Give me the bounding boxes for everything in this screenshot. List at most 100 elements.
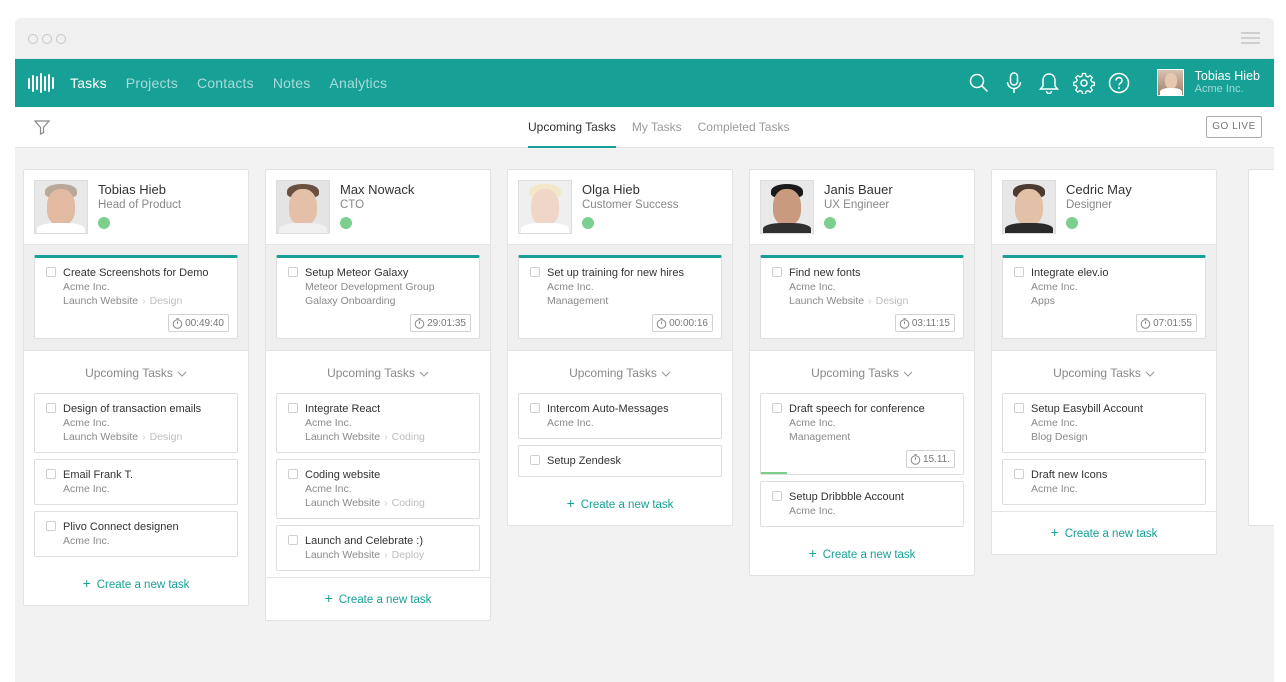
tab-my-tasks[interactable]: My Tasks <box>632 107 682 148</box>
create-task-button[interactable]: + Create a new task <box>24 563 248 605</box>
task-checkbox[interactable] <box>772 403 782 413</box>
task-checkbox[interactable] <box>772 491 782 501</box>
task-checkbox[interactable] <box>46 403 56 413</box>
task-checkbox[interactable] <box>288 403 298 413</box>
person-role: Head of Product <box>98 199 182 211</box>
task-checkbox[interactable] <box>530 403 540 413</box>
task-checkbox[interactable] <box>288 469 298 479</box>
task-checkbox[interactable] <box>772 267 782 277</box>
task-card[interactable]: Plivo Connect designen Acme Inc. <box>34 511 238 557</box>
upcoming-tasks-dropdown[interactable]: Upcoming Tasks <box>266 351 490 393</box>
task-checkbox[interactable] <box>288 535 298 545</box>
task-card[interactable]: Coding website Acme Inc. Launch Website › Co… <box>276 459 480 519</box>
create-task-label: Create a new task <box>96 579 190 591</box>
task-checkbox[interactable] <box>530 267 540 277</box>
task-checkbox[interactable] <box>530 455 540 465</box>
create-task-button[interactable]: + Create a new task <box>992 511 1216 554</box>
task-card-body: Coding website Acme Inc. Launch Website › Co… <box>277 460 479 518</box>
go-live-button[interactable]: GO LIVE <box>1206 116 1262 138</box>
task-checkbox[interactable] <box>1014 403 1024 413</box>
task-checkbox[interactable] <box>288 267 298 277</box>
stopwatch-icon <box>414 317 425 329</box>
task-checkbox[interactable] <box>1014 469 1024 479</box>
task-checkbox[interactable] <box>1014 267 1024 277</box>
task-card-body: Setup Zendesk <box>519 446 721 476</box>
task-checkbox[interactable] <box>46 267 56 277</box>
task-card-body: Create Screenshots for Demo Acme Inc. Laun… <box>35 258 237 338</box>
create-task-button[interactable]: + Create a new task <box>508 483 732 525</box>
task-title: Integrate React <box>305 403 381 415</box>
task-company: Meteor Development Group <box>305 281 435 293</box>
upcoming-tasks-dropdown[interactable]: Upcoming Tasks <box>24 351 248 393</box>
chevron-right-icon: › <box>868 295 872 307</box>
task-card[interactable]: Setup Easybill Account Acme Inc. Blog Desi… <box>1002 393 1206 453</box>
task-title: Plivo Connect designen <box>63 521 179 533</box>
task-card[interactable]: Setup Zendesk <box>518 445 722 477</box>
timer-badge[interactable]: 00:49:40 <box>168 314 229 332</box>
nav-item-analytics[interactable]: Analytics <box>329 75 387 91</box>
task-card[interactable]: Draft new Icons Acme Inc. <box>1002 459 1206 505</box>
task-company: Acme Inc. <box>1031 483 1078 495</box>
help-icon[interactable] <box>1107 71 1131 95</box>
tab-upcoming-tasks[interactable]: Upcoming Tasks <box>528 107 616 148</box>
nav-item-notes[interactable]: Notes <box>273 75 311 91</box>
window-controls[interactable] <box>28 34 66 44</box>
microphone-icon[interactable] <box>1002 71 1026 95</box>
task-title: Find new fonts <box>789 267 861 279</box>
task-checkbox[interactable] <box>46 469 56 479</box>
task-card-body: Draft new Icons Acme Inc. <box>1003 460 1205 504</box>
task-company: Acme Inc. <box>63 417 110 429</box>
create-task-button[interactable]: + Create a new task <box>266 577 490 620</box>
bell-icon[interactable] <box>1037 71 1061 95</box>
task-card-body: Find new fonts Acme Inc. Launch Website › De… <box>761 258 963 338</box>
task-card[interactable]: Intercom Auto-Messages Acme Inc. <box>518 393 722 439</box>
timer-badge[interactable]: 03:11:15 <box>894 314 955 332</box>
filter-icon[interactable] <box>33 119 51 140</box>
timer-badge[interactable]: 00:00:16 <box>652 314 713 332</box>
task-card[interactable]: Setup Dribbble Account Acme Inc. <box>760 481 964 527</box>
person-name: Max Nowack <box>340 182 415 197</box>
task-checkbox[interactable] <box>46 521 56 531</box>
tab-completed-tasks[interactable]: Completed Tasks <box>698 107 790 148</box>
task-card[interactable]: Draft speech for conference Acme Inc. Mana… <box>760 393 964 475</box>
task-project-row: Launch Website › Coding <box>305 430 471 444</box>
task-card[interactable]: Integrate React Acme Inc. Launch Website › C… <box>276 393 480 453</box>
stopwatch-icon <box>1140 317 1151 329</box>
logo-icon[interactable] <box>28 73 54 93</box>
user-company: Acme Inc. <box>1194 83 1244 95</box>
gear-icon[interactable] <box>1072 71 1096 95</box>
task-card-body: Design of transaction emails Acme Inc. Lau… <box>35 394 237 452</box>
task-card[interactable]: Launch and Celebrate :) Launch Website › De… <box>276 525 480 571</box>
task-company: Acme Inc. <box>789 417 836 429</box>
current-task-card[interactable]: Set up training for new hires Acme Inc. Ma… <box>518 255 722 339</box>
hamburger-icon[interactable] <box>1241 32 1260 47</box>
nav-item-tasks[interactable]: Tasks <box>70 75 107 91</box>
nav-item-projects[interactable]: Projects <box>126 75 178 91</box>
status-indicator <box>340 217 352 229</box>
task-title: Create Screenshots for Demo <box>63 267 209 279</box>
task-project: Management <box>547 295 609 307</box>
timer-badge[interactable]: 15.11. <box>905 450 955 468</box>
current-task-card[interactable]: Integrate elev.io Acme Inc. Apps 07:01:55 <box>1002 255 1206 339</box>
search-icon[interactable] <box>967 71 991 95</box>
avatar <box>760 180 814 234</box>
person-name: Janis Bauer <box>824 182 893 197</box>
user-menu[interactable]: Tobias Hieb Acme Inc. <box>1156 69 1260 96</box>
task-card[interactable]: Email Frank T. Acme Inc. <box>34 459 238 505</box>
current-task-card[interactable]: Find new fonts Acme Inc. Launch Website › De… <box>760 255 964 339</box>
person-name: Olga Hieb <box>582 182 640 197</box>
stopwatch-icon <box>910 453 921 465</box>
create-task-label: Create a new task <box>1064 528 1158 540</box>
upcoming-tasks-dropdown[interactable]: Upcoming Tasks <box>992 351 1216 393</box>
timer-badge[interactable]: 29:01:35 <box>410 314 471 332</box>
upcoming-tasks-label: Upcoming Tasks <box>1053 366 1141 380</box>
current-task-card[interactable]: Create Screenshots for Demo Acme Inc. Laun… <box>34 255 238 339</box>
task-card[interactable]: Design of transaction emails Acme Inc. Lau… <box>34 393 238 453</box>
current-task-card[interactable]: Setup Meteor Galaxy Meteor Development Gr… <box>276 255 480 339</box>
upcoming-tasks-dropdown[interactable]: Upcoming Tasks <box>508 351 732 393</box>
timer-badge[interactable]: 07:01:55 <box>1136 314 1197 332</box>
upcoming-tasks-dropdown[interactable]: Upcoming Tasks <box>750 351 974 393</box>
create-task-button[interactable]: + Create a new task <box>750 533 974 575</box>
nav-item-contacts[interactable]: Contacts <box>197 75 254 91</box>
task-title: Setup Easybill Account <box>1031 403 1143 415</box>
